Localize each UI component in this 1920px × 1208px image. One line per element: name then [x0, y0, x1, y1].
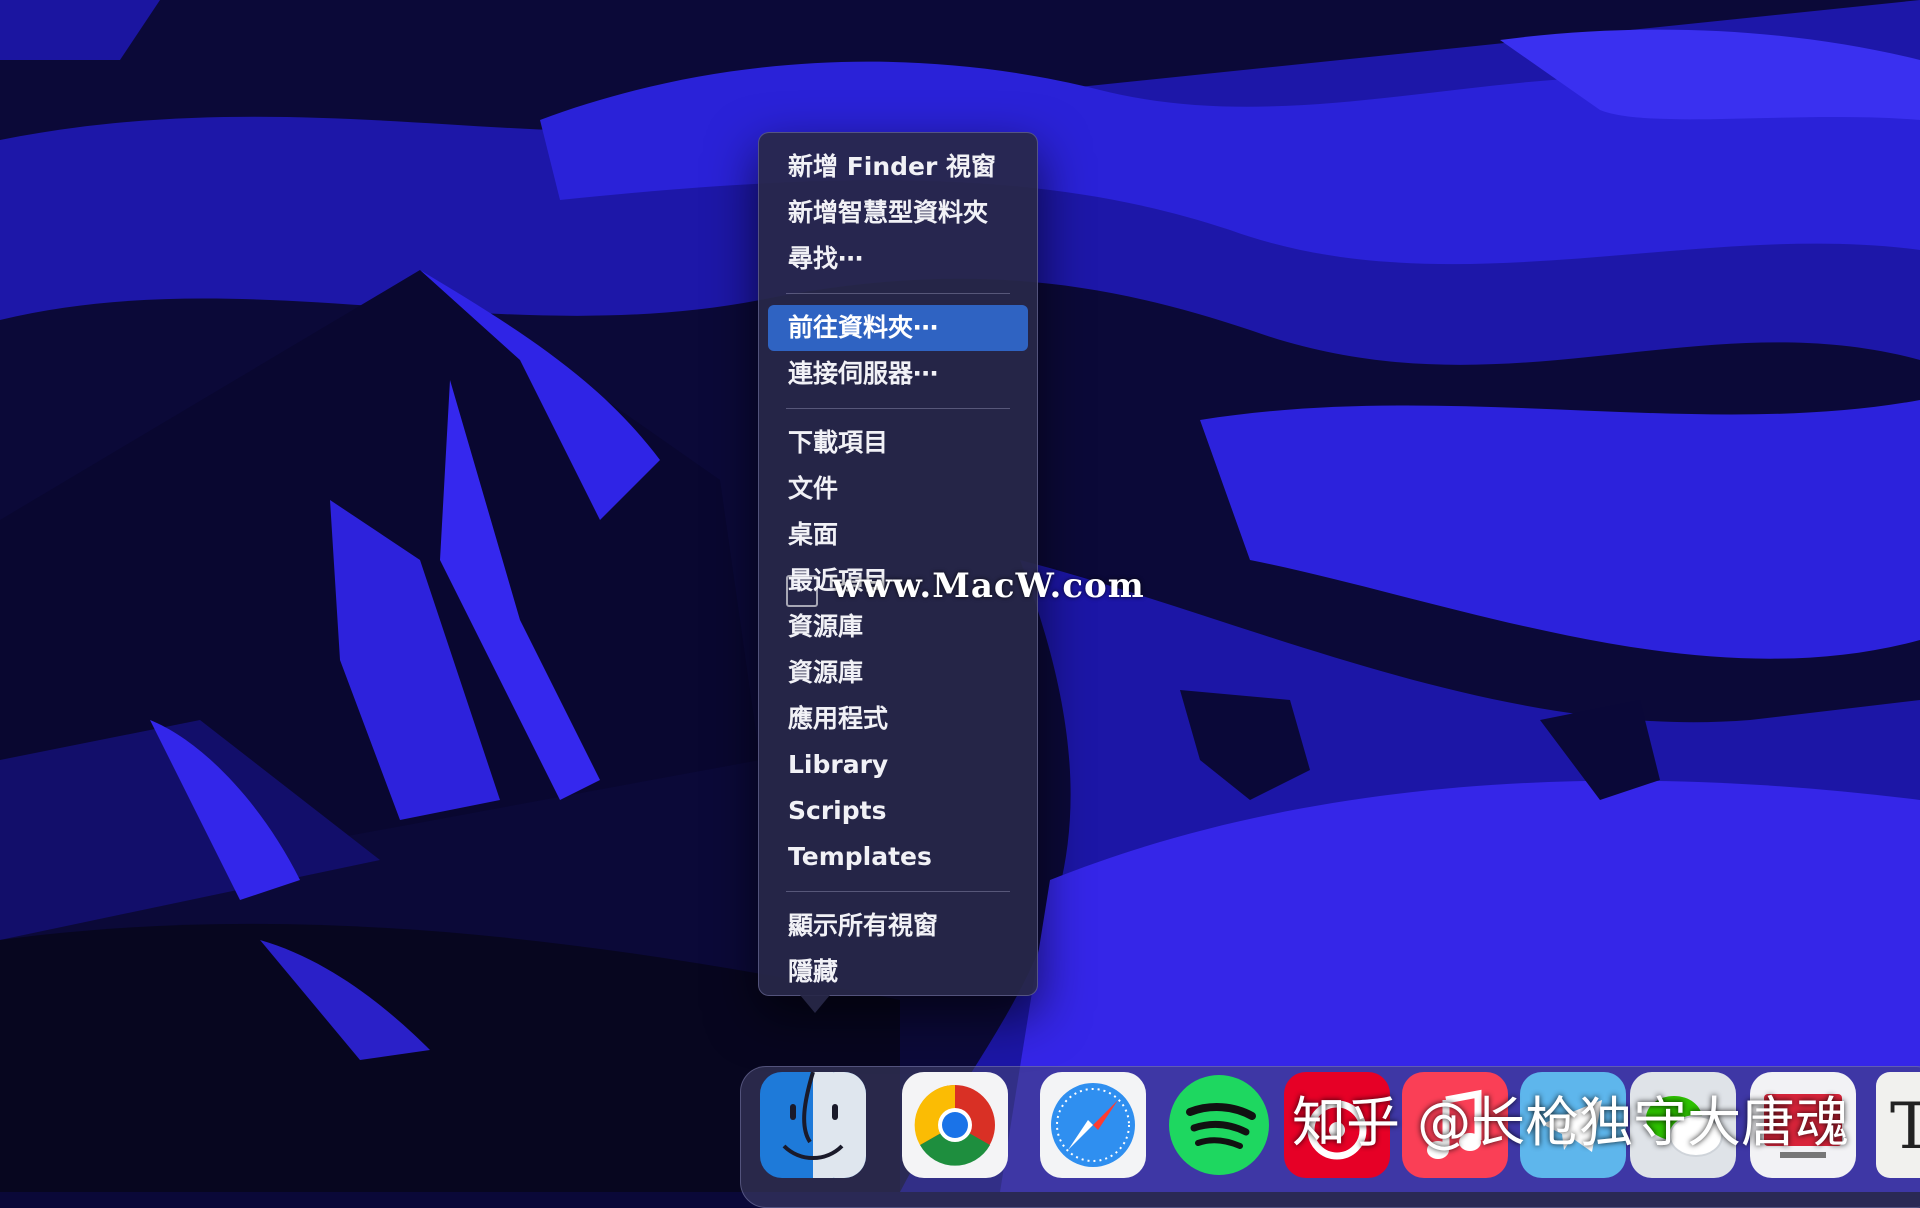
menu-separator	[786, 891, 1010, 892]
menu-item[interactable]: 顯示所有視窗	[768, 903, 1028, 949]
finder-icon[interactable]	[760, 1072, 866, 1178]
menu-item[interactable]: 隱藏	[768, 949, 1028, 995]
menu-item[interactable]: 文件	[768, 466, 1028, 512]
menu-item[interactable]: 資源庫	[768, 604, 1028, 650]
menu-item[interactable]: 應用程式	[768, 696, 1028, 742]
menu-pointer	[800, 995, 830, 1013]
menu-item[interactable]: 新增智慧型資料夾	[768, 190, 1028, 236]
safari-icon[interactable]	[1040, 1072, 1146, 1178]
chrome-icon[interactable]	[902, 1072, 1008, 1178]
menu-item[interactable]: 新增 Finder 視窗	[768, 144, 1028, 190]
menu-separator	[786, 408, 1010, 409]
menu-item[interactable]: 尋找⋯	[768, 236, 1028, 282]
menu-item[interactable]: 連接伺服器⋯	[768, 351, 1028, 397]
menu-item[interactable]: 資源庫	[768, 650, 1028, 696]
menu-separator	[786, 293, 1010, 294]
menu-item[interactable]: Library	[768, 742, 1028, 788]
menu-item[interactable]: Templates	[768, 834, 1028, 880]
dock-context-menu: 新增 Finder 視窗 新增智慧型資料夾 尋找⋯ 前往資料夾⋯ 連接伺服器⋯ 下載項目文…	[758, 132, 1038, 996]
watermark-logo	[786, 575, 818, 607]
menu-item[interactable]: 桌面	[768, 512, 1028, 558]
menu-item[interactable]: 下載項目	[768, 420, 1028, 466]
spotify-icon[interactable]	[1166, 1072, 1272, 1178]
svg-text:T: T	[1890, 1090, 1920, 1164]
watermark-text: www.MacW.com	[832, 566, 1145, 606]
typora-icon[interactable]: T	[1876, 1072, 1920, 1178]
credit-watermark: 知乎 @长枪独守大唐魂	[1292, 1091, 1850, 1154]
menu-item[interactable]: Scripts	[768, 788, 1028, 834]
menu-item[interactable]: 前往資料夾⋯	[768, 305, 1028, 351]
